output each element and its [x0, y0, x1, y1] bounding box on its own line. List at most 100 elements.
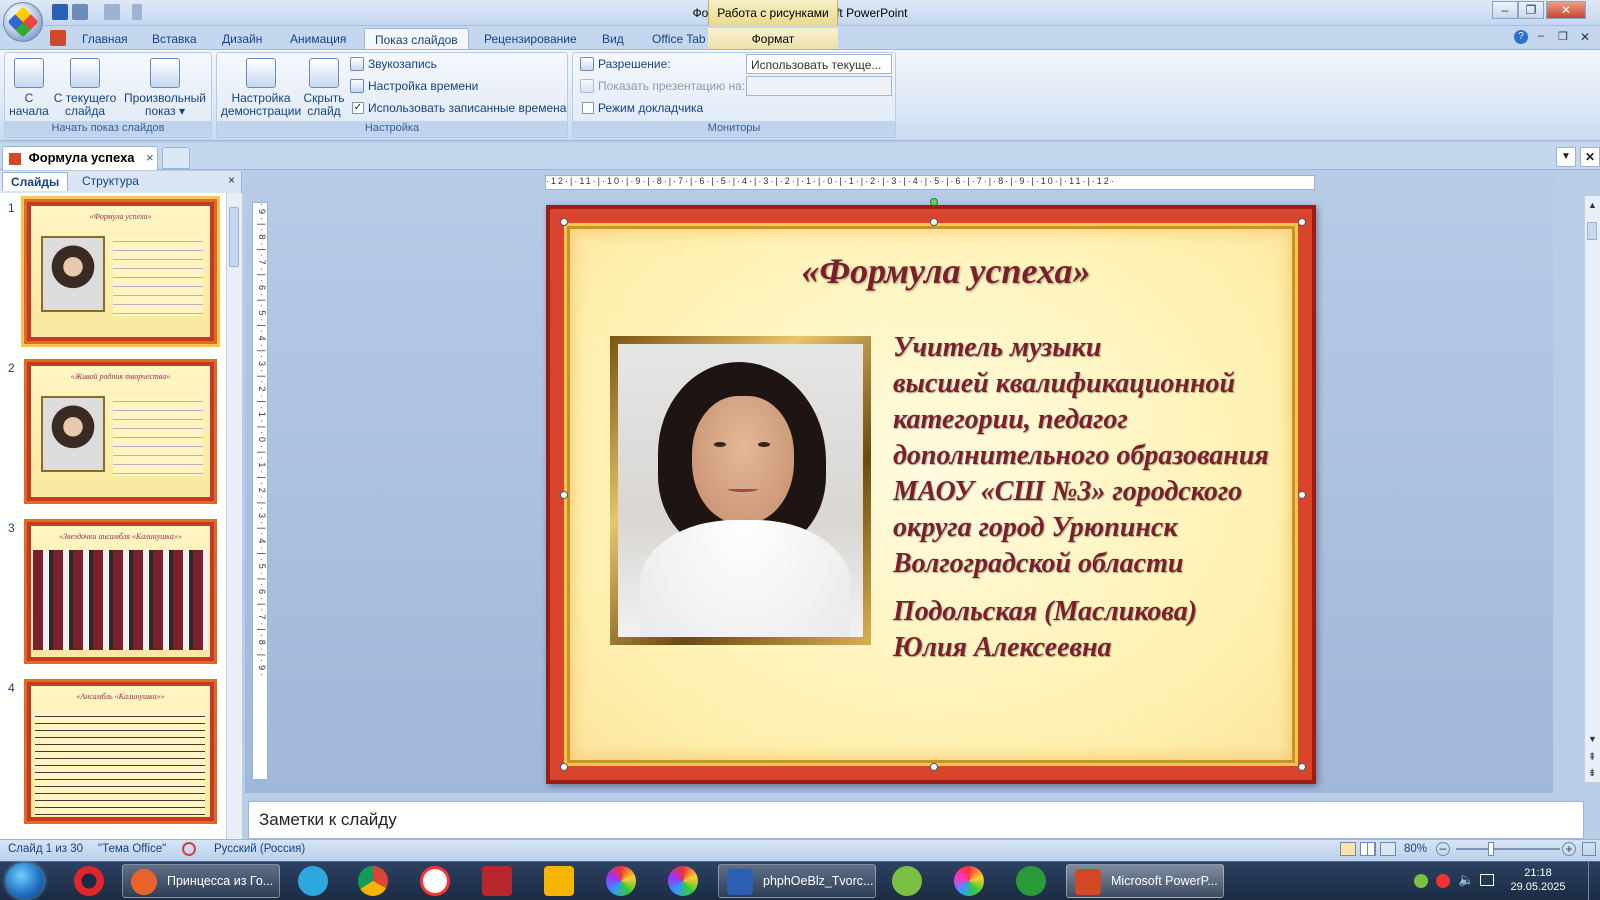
theme-name[interactable]: "Тема Office" — [98, 843, 166, 855]
close-document-icon[interactable]: ✕ — [1580, 147, 1600, 167]
from-current-button[interactable]: С текущего слайда — [52, 56, 118, 118]
zoom-level[interactable]: 80% — [1404, 843, 1427, 855]
main-scrollbar[interactable] — [1584, 196, 1600, 782]
opera-icon[interactable] — [74, 866, 104, 896]
minimize-button[interactable]: – — [1492, 1, 1518, 19]
zoom-in-icon[interactable]: + — [1562, 842, 1576, 856]
previous-slide-icon[interactable]: ⇞ — [1588, 752, 1596, 763]
resize-handle[interactable] — [1298, 218, 1306, 226]
record-narration-button[interactable]: Звукозапись — [350, 54, 437, 74]
slide-title[interactable]: «Формула успеха» — [546, 250, 1346, 292]
resize-handle[interactable] — [560, 763, 568, 771]
scroll-down-icon[interactable]: ▼ — [1588, 734, 1597, 744]
scroll-thumb[interactable] — [1587, 222, 1597, 240]
slide-body-text[interactable]: Учитель музыки высшей квалификационной к… — [893, 330, 1293, 582]
picasa-icon[interactable] — [606, 866, 636, 896]
checkbox-label: Режим докладчика — [598, 101, 704, 115]
slide-sorter-icon[interactable] — [1360, 842, 1376, 856]
tab-insert[interactable]: Вставка — [142, 28, 207, 50]
close-button[interactable]: ✕ — [1546, 1, 1586, 19]
resize-handle[interactable] — [1298, 491, 1306, 499]
colorful-app-icon[interactable] — [954, 866, 984, 896]
ribbon-close-icon[interactable]: ✕ — [1580, 30, 1590, 44]
from-start-button[interactable]: С начала — [8, 56, 50, 118]
fit-to-window-icon[interactable] — [1582, 842, 1596, 856]
office-button[interactable] — [3, 2, 43, 42]
zoom-slider[interactable] — [1456, 848, 1560, 850]
spell-check-icon[interactable] — [182, 842, 196, 856]
system-clock[interactable]: 21:18 29.05.2025 — [1508, 866, 1568, 894]
utorrent-icon[interactable] — [1016, 866, 1046, 896]
next-slide-icon[interactable]: ⇟ — [1588, 768, 1596, 779]
document-tab[interactable]: Формула успеха × — [2, 146, 158, 170]
telegram-icon[interactable] — [298, 866, 328, 896]
portrait-photo — [618, 344, 863, 637]
taskbar-app-powerpoint[interactable]: Microsoft PowerP... — [1066, 864, 1224, 898]
use-timings-checkbox[interactable]: ✓ Использовать записанные времена — [352, 98, 566, 118]
chrome-icon[interactable] — [358, 866, 388, 896]
portrait-frame[interactable] — [610, 336, 871, 645]
resize-handle[interactable] — [1298, 763, 1306, 771]
tab-review[interactable]: Рецензирование — [474, 28, 587, 50]
tab-slides[interactable]: Слайды — [2, 172, 69, 191]
tab-slideshow[interactable]: Показ слайдов — [364, 28, 469, 50]
taskbar-app-firefox[interactable]: Принцесса из Го... — [122, 864, 280, 898]
resize-handle[interactable] — [560, 491, 568, 499]
zoom-out-icon[interactable]: – — [1436, 842, 1450, 856]
rotate-handle[interactable] — [930, 198, 938, 206]
network-icon[interactable] — [1480, 874, 1494, 886]
slide-thumbnail-4[interactable]: «Ансамбль «Калинушка»» — [24, 679, 217, 824]
daemon-tools-icon[interactable] — [544, 866, 574, 896]
zoom-slider-thumb[interactable] — [1488, 842, 1494, 856]
resize-handle[interactable] — [560, 218, 568, 226]
tab-office-tab[interactable]: Office Tab — [642, 28, 716, 50]
tab-design[interactable]: Дизайн — [212, 28, 272, 50]
show-desktop-button[interactable] — [1588, 862, 1600, 900]
yandex-browser-icon[interactable] — [420, 866, 450, 896]
slide-thumbnail-1[interactable]: «Формула успеха» — [21, 196, 220, 347]
tab-view[interactable]: Вид — [592, 28, 634, 50]
help-icon[interactable]: ? — [1514, 30, 1528, 44]
resolution-select[interactable]: Использовать текуще... — [746, 54, 892, 74]
resize-handle[interactable] — [930, 218, 938, 226]
tab-format[interactable]: Формат — [708, 28, 838, 50]
hide-slide-button[interactable]: Скрыть слайд — [302, 56, 346, 118]
slide-thumbnail-3[interactable]: «Звездочки ансамбля «Калинушка»» — [24, 519, 217, 664]
maximize-button[interactable]: ❐ — [1518, 1, 1544, 19]
show-on-select[interactable] — [746, 76, 892, 96]
tab-list-dropdown-icon[interactable]: ▼ — [1556, 147, 1576, 167]
photo-viewer-icon[interactable] — [668, 866, 698, 896]
slide-thumbnail-2[interactable]: «Живой родник творчества» — [24, 359, 217, 504]
new-tab-button[interactable] — [162, 147, 190, 169]
filezilla-icon[interactable] — [482, 866, 512, 896]
taskbar-app-word[interactable]: phphOeBlz_Tvorc... — [718, 864, 876, 898]
language-indicator[interactable]: Русский (Россия) — [214, 843, 305, 855]
slideshow-view-icon[interactable] — [1380, 842, 1396, 856]
plus-app-icon[interactable] — [892, 866, 922, 896]
normal-view-icon[interactable] — [1340, 842, 1356, 856]
button-label: слайда — [64, 104, 106, 118]
document-tab-close-icon[interactable]: × — [146, 150, 154, 165]
checkbox[interactable]: ✓ — [352, 102, 364, 114]
scroll-up-icon[interactable]: ▲ — [1588, 200, 1597, 210]
checkbox[interactable] — [582, 102, 594, 114]
pane-close-icon[interactable]: × — [228, 173, 235, 187]
rehearse-timings-button[interactable]: Настройка времени — [350, 76, 478, 96]
tab-animation[interactable]: Анимация — [280, 28, 356, 50]
scroll-thumb[interactable] — [229, 207, 239, 267]
presenter-view-checkbox[interactable]: Режим докладчика — [582, 98, 703, 118]
tray-app-icon[interactable] — [1414, 874, 1428, 888]
start-button[interactable] — [6, 863, 44, 899]
resize-handle[interactable] — [930, 763, 938, 771]
tab-outline[interactable]: Структура — [74, 172, 147, 191]
notes-pane[interactable]: Заметки к слайду — [248, 801, 1584, 839]
tab-home[interactable]: Главная — [72, 28, 138, 50]
ribbon-minimize-icon[interactable]: – — [1538, 30, 1544, 42]
slide-author-name[interactable]: Подольская (Масликова) Юлия Алексеевна — [893, 594, 1293, 666]
thumbnail-scrollbar[interactable] — [226, 193, 242, 839]
volume-icon[interactable]: 🔈 — [1458, 872, 1474, 888]
custom-show-button[interactable]: Произвольный показ ▾ — [120, 56, 210, 118]
setup-show-button[interactable]: Настройка демонстрации — [220, 56, 302, 118]
ribbon-restore-icon[interactable]: ❐ — [1558, 30, 1568, 43]
tray-antivirus-icon[interactable] — [1436, 874, 1450, 888]
